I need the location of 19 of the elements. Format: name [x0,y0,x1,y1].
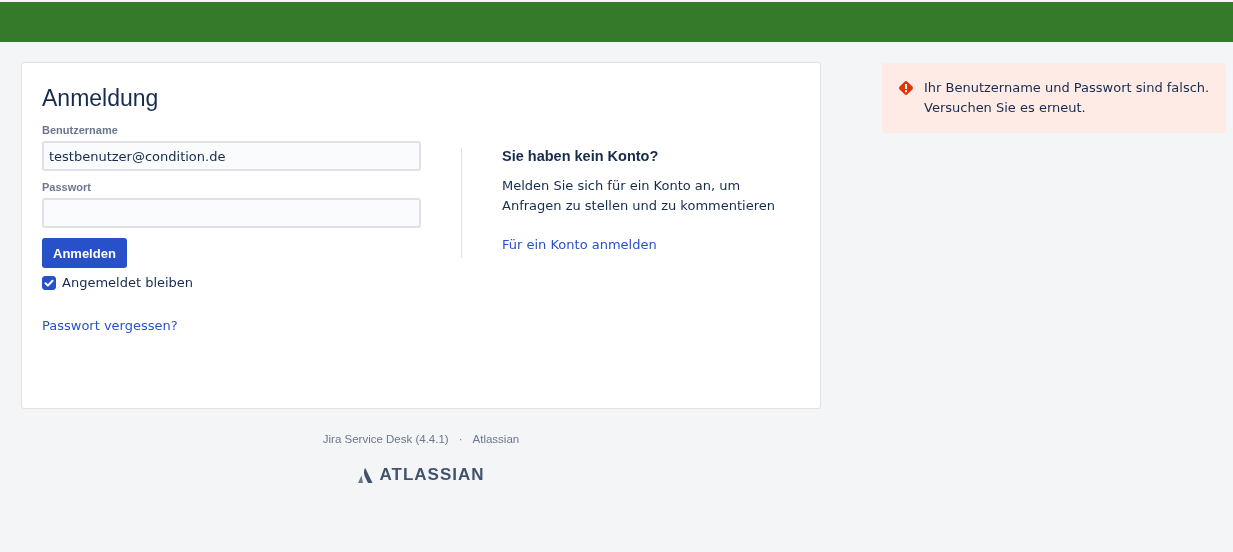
checkbox[interactable] [42,275,56,290]
vendor-name: Atlassian [472,433,520,445]
separator-dot: · [458,433,463,445]
triangle-logo-icon [357,467,374,483]
checkbox-label: Angemeldet bleiben [62,275,194,290]
error-text: Ihr Benutzername und Passwort sind falsch. Versuchen Sie es erneut. [924,79,1210,117]
signup-text: Melden Sie sich für ein Konto an, um Anfragen zu stellen und zu kommentieren [502,177,776,215]
page-title: Anmeldung [42,85,159,112]
error-icon [898,80,914,96]
forgot-password-link[interactable]: Passwort vergessen? [42,318,178,333]
product-version: Jira Service Desk (4.4.1) [322,433,449,445]
field-label: Passwort [42,181,91,193]
logo-wordmark: ATLASSIAN [379,465,485,485]
field-label: Benutzername [42,124,118,136]
login-button[interactable]: Anmelden [42,238,127,268]
username-field[interactable]: testbenutzer@condition.de [42,141,421,171]
password-field[interactable] [42,198,421,228]
signup-heading: Sie haben kein Konto? [502,148,660,164]
signup-link[interactable]: Für ein Konto anmelden [502,237,657,252]
